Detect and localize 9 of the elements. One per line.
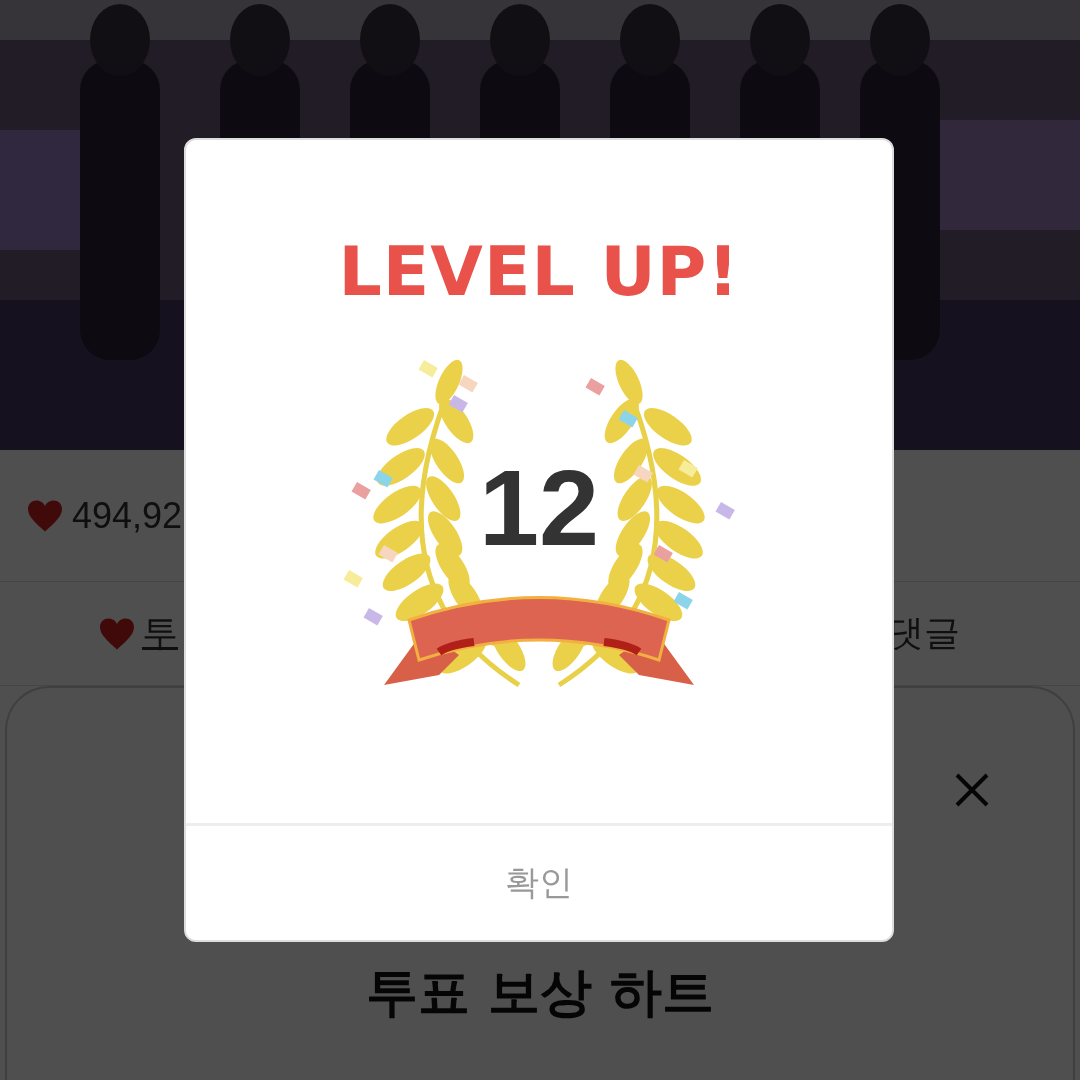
- vote-link[interactable]: 투: [142, 609, 178, 658]
- heart-icon: [26, 498, 64, 533]
- heart-icon: [98, 616, 136, 651]
- level-number: 12: [477, 448, 601, 568]
- confirm-button[interactable]: 확인: [186, 823, 892, 940]
- heart-count: 494,92: [72, 494, 183, 537]
- sheet-title: 투표 보상 하트: [364, 961, 716, 1024]
- level-up-title: LEVEL UP!: [338, 232, 740, 312]
- close-icon[interactable]: [954, 772, 990, 808]
